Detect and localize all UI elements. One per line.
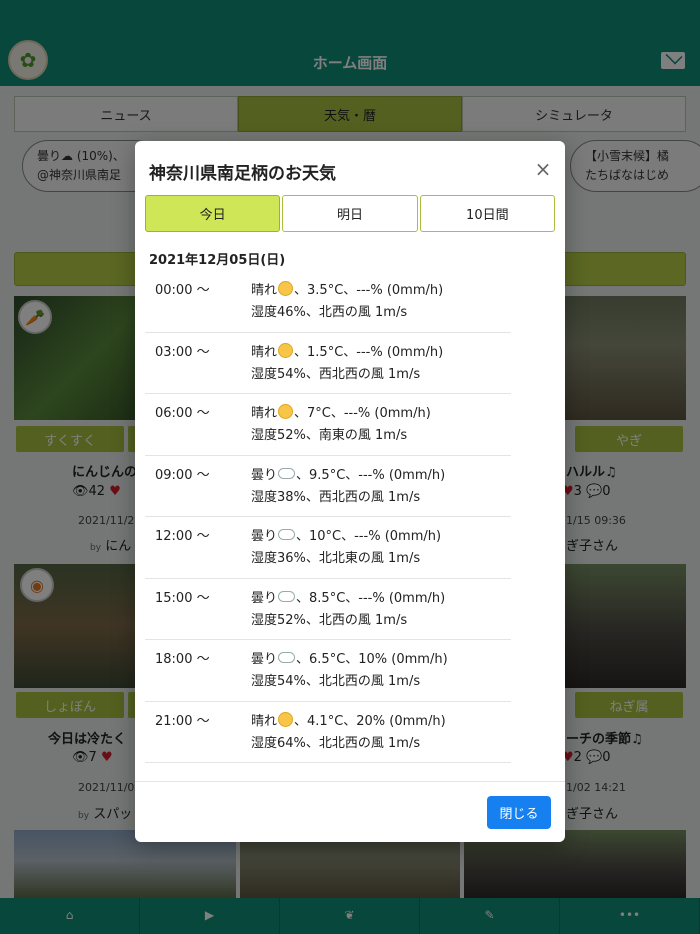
forecast-detail: 湿度52%、南東の風 1m/s xyxy=(251,428,408,443)
forecast-detail: 湿度36%、北北東の風 1m/s xyxy=(251,551,421,566)
tab-10-days[interactable]: 10日間 xyxy=(419,195,555,232)
forecast-row: 18:00 〜 曇り 、6.5°C、10% (0mm/h) 湿度54%、北北西の風… xyxy=(145,640,511,702)
tab-today[interactable]: 今日 xyxy=(145,195,281,232)
forecast-summary: 曇り 、10°C、---% (0mm/h) xyxy=(251,525,441,544)
forecast-tabs: 今日 明日 10日間 xyxy=(145,195,555,232)
weather-values: 、1.5°C、---% (0mm/h) xyxy=(294,344,444,360)
weather-condition: 曇り xyxy=(251,529,278,544)
forecast-detail: 湿度54%、北北西の風 1m/s xyxy=(251,674,421,689)
forecast-row: 09:00 〜 曇り 、9.5°C、---% (0mm/h) 湿度38%、西北西の… xyxy=(145,456,511,517)
forecast-date: 2021年12月05日(日) xyxy=(149,253,286,268)
forecast-summary: 晴れ 、4.1°C、20% (0mm/h) xyxy=(251,710,446,729)
forecast-time: 06:00 〜 xyxy=(155,406,210,421)
sun-icon xyxy=(278,281,294,296)
forecast-time: 12:00 〜 xyxy=(155,529,210,544)
weather-condition: 晴れ xyxy=(251,283,278,298)
weather-values: 、7°C、---% (0mm/h) xyxy=(294,406,431,421)
forecast-row: 06:00 〜 晴れ 、7°C、---% (0mm/h) 湿度52%、南東の風 1… xyxy=(145,394,511,456)
forecast-summary: 晴れ 、3.5°C、---% (0mm/h) xyxy=(251,279,443,298)
modal-title: 神奈川県南足柄のお天気 xyxy=(149,164,336,184)
weather-values: 、4.1°C、20% (0mm/h) xyxy=(294,713,446,729)
modal-footer-divider xyxy=(135,781,565,782)
forecast-detail: 湿度54%、西北西の風 1m/s xyxy=(251,366,421,382)
forecast-detail: 湿度64%、北北西の風 1m/s xyxy=(251,735,421,751)
forecast-time: 21:00 〜 xyxy=(155,713,210,729)
weather-condition: 晴れ xyxy=(251,406,278,421)
forecast-summary: 晴れ 、7°C、---% (0mm/h) xyxy=(251,402,431,421)
forecast-time: 00:00 〜 xyxy=(155,283,210,298)
sun-icon xyxy=(278,342,294,358)
weather-values: 、6.5°C、10% (0mm/h) xyxy=(296,652,448,667)
forecast-row: 00:00 〜 晴れ 、3.5°C、---% (0mm/h) 湿度46%、北西の風… xyxy=(145,271,511,333)
forecast-list: 00:00 〜 晴れ 、3.5°C、---% (0mm/h) 湿度46%、北西の風… xyxy=(145,271,511,763)
forecast-row: 15:00 〜 曇り 、8.5°C、---% (0mm/h) 湿度52%、北西の風… xyxy=(145,579,511,640)
weather-condition: 曇り xyxy=(251,590,278,606)
weather-condition: 曇り xyxy=(251,467,278,483)
forecast-row: 03:00 〜 晴れ 、1.5°C、---% (0mm/h) 湿度54%、西北西の… xyxy=(145,333,511,394)
cloud-icon xyxy=(278,467,296,479)
close-icon[interactable]: × xyxy=(531,157,555,181)
weather-condition: 晴れ xyxy=(251,713,278,729)
cloud-icon xyxy=(278,652,296,663)
forecast-summary: 曇り 、6.5°C、10% (0mm/h) xyxy=(251,648,448,667)
forecast-time: 15:00 〜 xyxy=(155,590,210,606)
forecast-summary: 晴れ 、1.5°C、---% (0mm/h) xyxy=(251,341,443,360)
cloud-icon xyxy=(278,590,296,602)
forecast-row: 21:00 〜 晴れ 、4.1°C、20% (0mm/h) 湿度64%、北北西の風… xyxy=(145,702,511,763)
close-button[interactable]: 閉じる xyxy=(487,796,551,829)
weather-condition: 晴れ xyxy=(251,344,278,360)
sun-icon xyxy=(278,404,294,419)
forecast-summary: 曇り 、8.5°C、---% (0mm/h) xyxy=(251,587,445,606)
weather-condition: 曇り xyxy=(251,652,278,667)
sun-icon xyxy=(278,711,294,727)
weather-modal: 神奈川県南足柄のお天気 × 今日 明日 10日間 2021年12月05日(日) … xyxy=(135,141,565,842)
forecast-time: 09:00 〜 xyxy=(155,467,210,483)
weather-values: 、8.5°C、---% (0mm/h) xyxy=(296,590,446,606)
forecast-detail: 湿度38%、西北西の風 1m/s xyxy=(251,489,421,505)
forecast-time: 03:00 〜 xyxy=(155,344,210,360)
weather-values: 、3.5°C、---% (0mm/h) xyxy=(294,283,444,298)
weather-values: 、10°C、---% (0mm/h) xyxy=(296,529,442,544)
forecast-detail: 湿度52%、北西の風 1m/s xyxy=(251,612,408,628)
weather-values: 、9.5°C、---% (0mm/h) xyxy=(296,467,446,483)
cloud-icon xyxy=(278,529,296,540)
forecast-time: 18:00 〜 xyxy=(155,652,210,667)
forecast-row: 12:00 〜 曇り 、10°C、---% (0mm/h) 湿度36%、北北東の風… xyxy=(145,517,511,579)
forecast-detail: 湿度46%、北西の風 1m/s xyxy=(251,305,408,320)
tab-tomorrow[interactable]: 明日 xyxy=(282,195,418,232)
forecast-summary: 曇り 、9.5°C、---% (0mm/h) xyxy=(251,464,445,483)
